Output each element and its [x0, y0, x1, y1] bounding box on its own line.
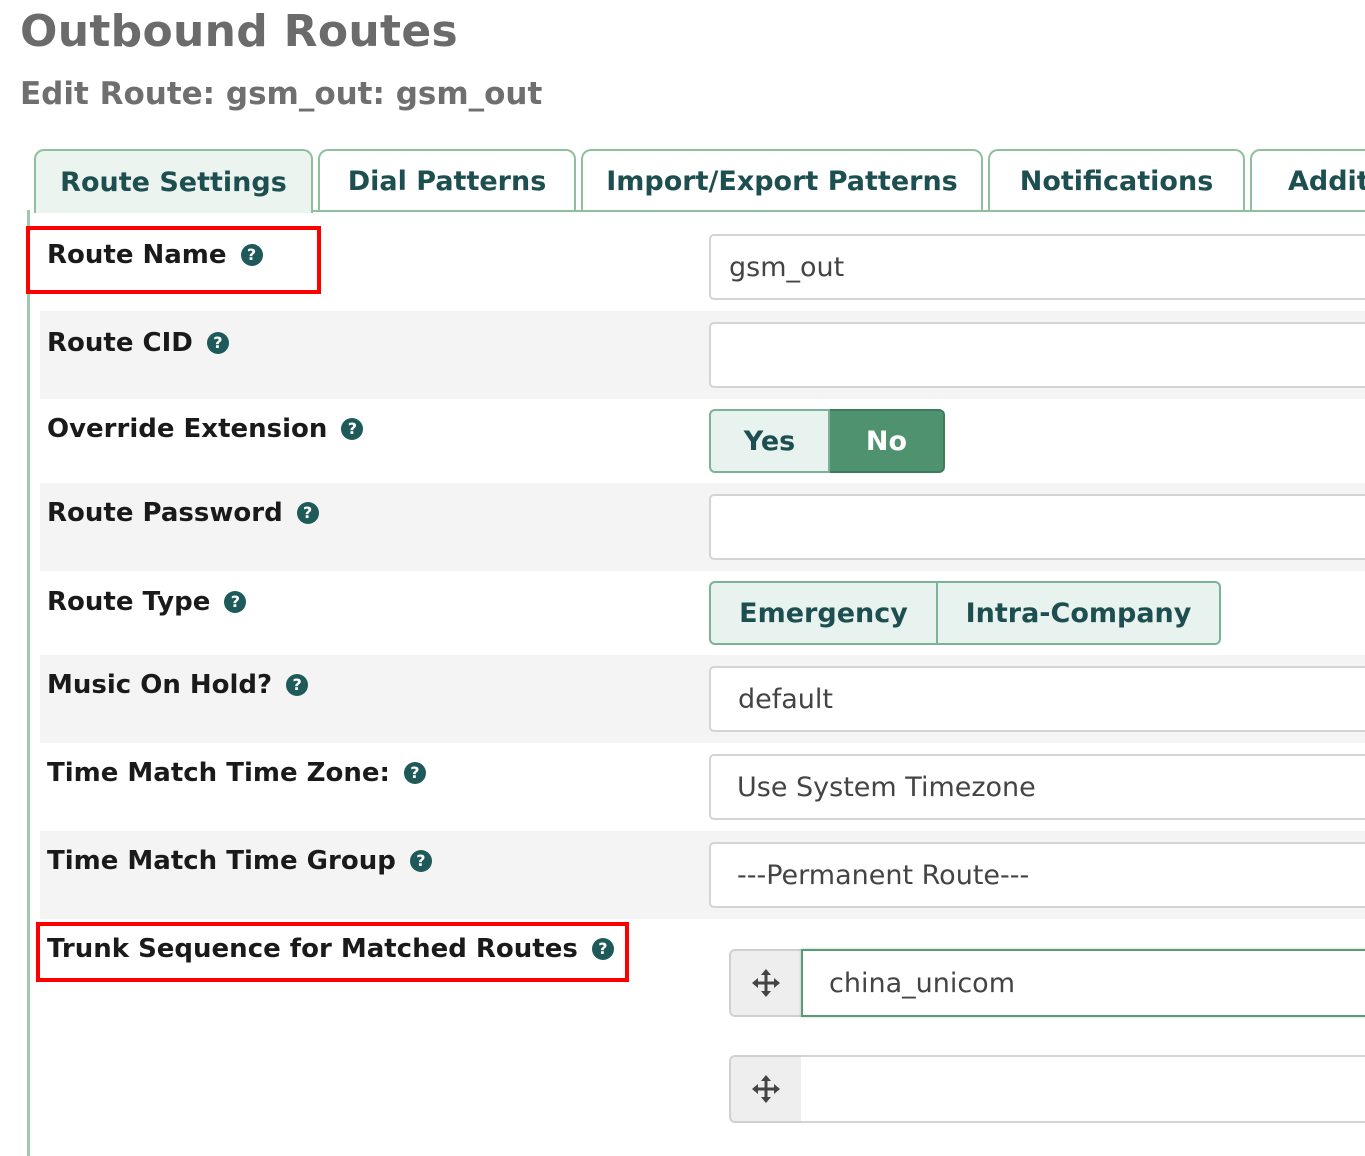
route-type-emergency[interactable]: Emergency	[709, 581, 938, 645]
drag-handle[interactable]	[729, 949, 803, 1017]
page-title: Outbound Routes	[20, 6, 458, 57]
help-icon[interactable]: ?	[286, 674, 309, 696]
music-on-hold-label-text: Music On Hold?	[47, 670, 273, 700]
highlight-box	[36, 922, 629, 982]
help-icon[interactable]: ?	[224, 591, 247, 613]
help-icon[interactable]: ?	[206, 332, 229, 354]
tab-route-settings[interactable]: Route Settings	[34, 149, 313, 213]
trunk-entry	[729, 1055, 1365, 1123]
time-group-label-text: Time Match Time Group	[47, 846, 396, 876]
music-on-hold-select[interactable]: default	[709, 666, 1365, 732]
trunk-select[interactable]: china_unicom	[801, 949, 1365, 1017]
time-zone-select[interactable]: Use System Timezone	[709, 754, 1365, 820]
page-subtitle: Edit Route: gsm_out: gsm_out	[20, 76, 543, 112]
time-zone-label: Time Match Time Zone: ?	[47, 758, 426, 788]
help-icon[interactable]: ?	[403, 762, 426, 784]
trunk-select[interactable]	[801, 1055, 1365, 1123]
override-extension-no[interactable]: No	[830, 409, 945, 473]
panel-border	[27, 210, 30, 1156]
music-on-hold-label: Music On Hold? ?	[47, 670, 309, 700]
override-extension-yes[interactable]: Yes	[709, 409, 830, 473]
route-type-toggle: Emergency Intra-Company	[709, 581, 1221, 645]
time-group-label: Time Match Time Group ?	[47, 846, 432, 876]
tab-additional[interactable]: Addit	[1250, 149, 1365, 211]
tab-import-export-patterns[interactable]: Import/Export Patterns	[581, 149, 983, 211]
help-icon[interactable]: ?	[409, 850, 432, 872]
help-icon[interactable]: ?	[341, 418, 364, 440]
row-override-extension: Override Extension ?	[40, 399, 1365, 483]
time-group-select[interactable]: ---Permanent Route---	[709, 842, 1365, 908]
move-arrows-icon	[752, 1075, 780, 1103]
route-cid-input[interactable]	[709, 322, 1365, 388]
tab-bar: Route Settings Dial Patterns Import/Expo…	[34, 149, 1365, 213]
move-arrows-icon	[752, 969, 780, 997]
override-extension-toggle: Yes No	[709, 409, 945, 473]
route-password-input[interactable]	[709, 494, 1365, 560]
route-cid-label: Route CID ?	[47, 328, 229, 358]
route-type-label: Route Type ?	[47, 587, 247, 617]
highlight-box	[26, 226, 321, 294]
route-password-label: Route Password ?	[47, 498, 319, 528]
route-name-input[interactable]: gsm_out	[709, 234, 1365, 300]
route-cid-label-text: Route CID	[47, 328, 193, 358]
time-zone-label-text: Time Match Time Zone:	[47, 758, 390, 788]
route-type-intra-company[interactable]: Intra-Company	[938, 581, 1221, 645]
trunk-entry: china_unicom	[729, 949, 1365, 1017]
override-extension-label-text: Override Extension	[47, 414, 328, 444]
override-extension-label: Override Extension ?	[47, 414, 364, 444]
route-type-label-text: Route Type	[47, 587, 211, 617]
tab-baseline	[312, 210, 1365, 212]
tab-notifications[interactable]: Notifications	[988, 149, 1245, 211]
drag-handle[interactable]	[729, 1055, 803, 1123]
help-icon[interactable]: ?	[296, 502, 319, 524]
tab-dial-patterns[interactable]: Dial Patterns	[318, 149, 576, 211]
route-password-label-text: Route Password	[47, 498, 283, 528]
